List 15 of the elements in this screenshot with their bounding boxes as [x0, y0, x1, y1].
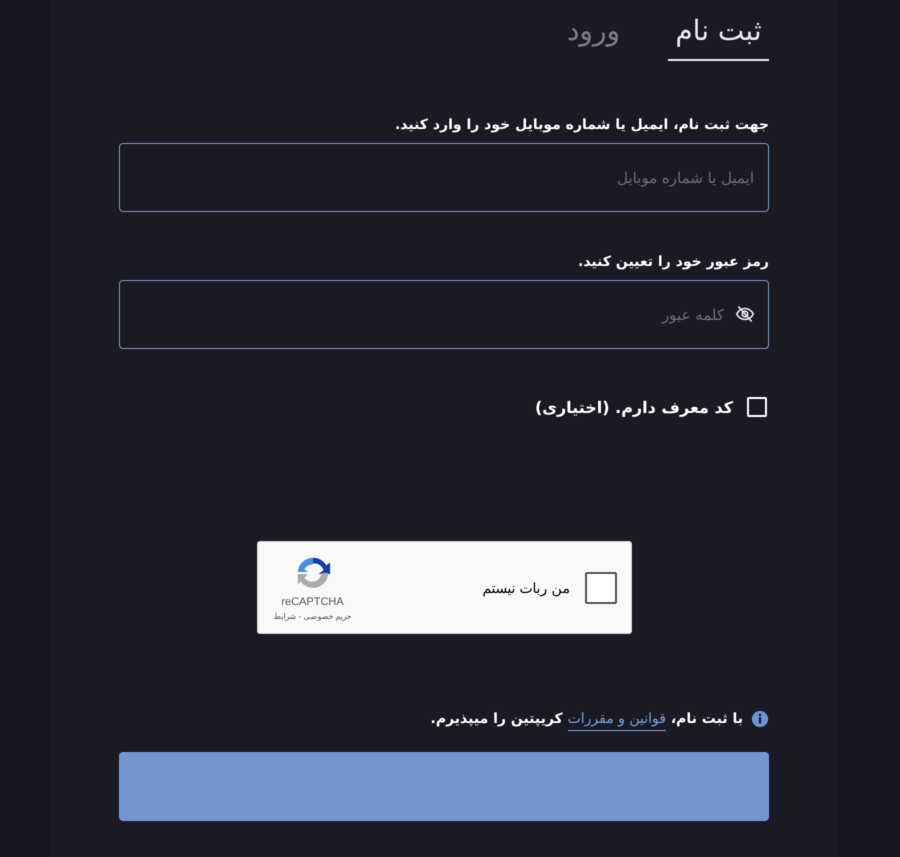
field-label: رمز عبور خود را تعیین کنید.	[578, 254, 769, 270]
privacy-terms-link[interactable]: حریم خصوصی - شرایط	[273, 612, 352, 621]
referral-checkbox[interactable]	[747, 397, 767, 417]
email-field[interactable]: ایمیل یا شماره موبایل	[119, 143, 769, 212]
password-field[interactable]: کلمه عبور	[119, 280, 769, 349]
tab[interactable]: ورود	[566, 14, 620, 61]
terms-link[interactable]: قوانین و مقررات	[568, 711, 666, 731]
captcha-label: من ربات نیستم	[482, 580, 570, 596]
info-icon	[751, 710, 769, 728]
eye-slash-icon[interactable]	[735, 304, 755, 324]
field-label: جهت ثبت نام، ایمیل یا شماره موبایل خود را وارد کنید.	[394, 117, 769, 133]
checkbox-label: کد معرف دارم. (اختیاری)	[534, 398, 733, 416]
captcha-checkbox[interactable]	[584, 572, 616, 604]
tab[interactable]: ثبت نام	[668, 14, 769, 61]
brand-text: reCAPTCHA	[281, 596, 344, 608]
